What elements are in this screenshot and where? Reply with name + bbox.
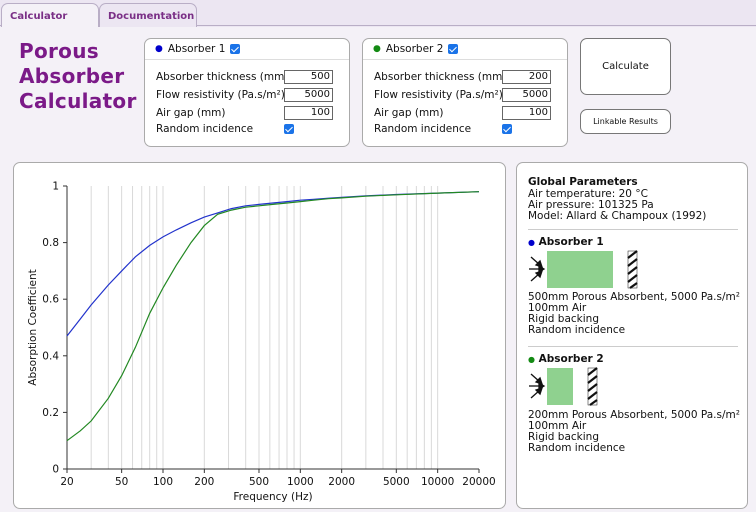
absorber-1-layer-diagram bbox=[529, 250, 638, 289]
flow-resistivity-input[interactable]: 5000 bbox=[502, 88, 551, 102]
y-tick-label: 1 bbox=[52, 181, 59, 193]
absorber-1-desc-incidence: Random incidence bbox=[528, 324, 626, 336]
absorber-2-layer-diagram bbox=[529, 367, 598, 406]
flow-resistivity-input[interactable]: 5000 bbox=[284, 88, 333, 102]
x-tick-label: 100 bbox=[153, 476, 173, 488]
absorber-2-panel: ● Absorber 2 Absorber thickness (mm) 200… bbox=[362, 38, 568, 147]
linkable-results-button[interactable]: Linkable Results bbox=[580, 109, 671, 134]
absorber-2-curve bbox=[66, 191, 480, 442]
absorber-2-desc-incidence: Random incidence bbox=[528, 442, 626, 454]
air-gap-label: Air gap (mm) bbox=[374, 107, 444, 119]
app-logo: Porous Absorber Calculator bbox=[19, 39, 137, 114]
x-tick-label: 50 bbox=[115, 476, 128, 488]
y-tick-label: 0 bbox=[52, 464, 59, 476]
tab-bar: Calculator Documentation bbox=[0, 0, 756, 27]
bullet-dot-icon: ● bbox=[528, 355, 535, 364]
random-incidence-checkbox[interactable] bbox=[284, 124, 294, 134]
tab-documentation[interactable]: Documentation bbox=[99, 3, 197, 27]
air-gap-input[interactable]: 100 bbox=[284, 106, 333, 120]
absorber-1-title: Absorber 1 bbox=[167, 43, 226, 55]
random-incidence-label: Random incidence bbox=[374, 123, 472, 135]
x-tick-label: 10000 bbox=[421, 476, 454, 488]
flow-resistivity-label: Flow resistivity (Pa.s/m²) bbox=[156, 89, 285, 101]
logo-line: Absorber bbox=[19, 64, 125, 88]
absorption-chart: 0 0.2 0.4 0.6 0.8 1 20 50 100 200 500 1000 2000 5000 1… bbox=[27, 181, 496, 504]
y-tick-label: 0.8 bbox=[42, 237, 59, 249]
tab-calculator[interactable]: Calculator bbox=[1, 3, 99, 27]
model-name: Model: Allard & Champoux (1992) bbox=[528, 210, 707, 222]
y-tick-label: 0.6 bbox=[42, 294, 59, 306]
random-incidence-label: Random incidence bbox=[156, 123, 254, 135]
bullet-dot-icon: ● bbox=[528, 238, 535, 247]
absorber-1-enable-checkbox[interactable] bbox=[230, 44, 241, 54]
logo-line: Calculator bbox=[19, 89, 137, 113]
y-tick-label: 0.4 bbox=[42, 350, 59, 362]
calculate-button[interactable]: Calculate bbox=[580, 38, 671, 95]
random-incidence-checkbox[interactable] bbox=[502, 124, 512, 134]
thickness-input[interactable]: 200 bbox=[502, 70, 551, 84]
x-tick-label: 200 bbox=[194, 476, 214, 488]
absorber-1-header: ● Absorber 1 bbox=[145, 43, 349, 60]
y-tick-label: 0.2 bbox=[42, 407, 59, 419]
air-gap-input[interactable]: 100 bbox=[502, 106, 551, 120]
absorber-1-panel: ● Absorber 1 Absorber thickness (mm) 500… bbox=[144, 38, 350, 147]
x-tick-label: 20 bbox=[60, 476, 73, 488]
x-tick-label: 2000 bbox=[328, 476, 355, 488]
info-panel: Global Parameters Air temperature: 20 °C… bbox=[516, 162, 748, 509]
flow-resistivity-label: Flow resistivity (Pa.s/m²) bbox=[374, 89, 503, 101]
air-gap-label: Air gap (mm) bbox=[156, 107, 226, 119]
logo-line: Porous bbox=[19, 39, 99, 63]
thickness-label: Absorber thickness (mm) bbox=[156, 71, 289, 83]
x-axis-label: Frequency (Hz) bbox=[233, 491, 312, 503]
info-absorber-2-name: Absorber 2 bbox=[538, 353, 604, 365]
info-absorber-1-name: Absorber 1 bbox=[538, 236, 604, 248]
calculator-page: Porous Absorber Calculator ● Absorber 1 … bbox=[0, 27, 756, 512]
thickness-label: Absorber thickness (mm) bbox=[374, 71, 507, 83]
x-tick-label: 1000 bbox=[287, 476, 314, 488]
absorber-2-header: ● Absorber 2 bbox=[363, 43, 567, 60]
bullet-dot-icon: ● bbox=[373, 44, 381, 54]
x-tick-label: 500 bbox=[249, 476, 269, 488]
y-axis-label: Absorption Coefficient bbox=[27, 269, 39, 385]
x-tick-label: 20000 bbox=[462, 476, 495, 488]
absorber-1-curve bbox=[66, 191, 480, 337]
bullet-dot-icon: ● bbox=[155, 44, 163, 54]
x-tick-label: 5000 bbox=[383, 476, 410, 488]
absorber-2-enable-checkbox[interactable] bbox=[448, 44, 459, 54]
chart-panel: 0 0.2 0.4 0.6 0.8 1 20 50 100 200 500 1000 2000 5000 1… bbox=[13, 162, 506, 509]
absorber-2-title: Absorber 2 bbox=[385, 43, 444, 55]
global-params-title: Global Parameters bbox=[528, 176, 638, 188]
thickness-input[interactable]: 500 bbox=[284, 70, 333, 84]
